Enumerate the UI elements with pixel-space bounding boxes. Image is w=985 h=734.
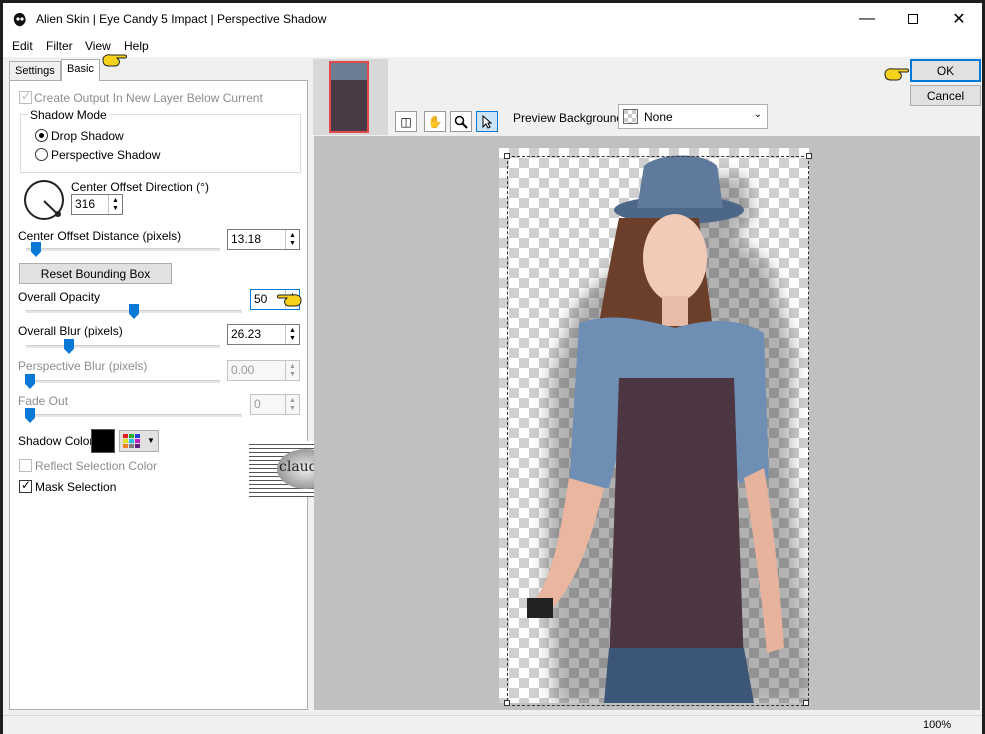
center-offset-distance-input[interactable]: 13.18 ▲ ▼: [227, 229, 300, 250]
checkmark-icon: ✓: [21, 89, 32, 103]
fade-out-label: Fade Out: [18, 394, 69, 408]
shadow-mode-group: [20, 114, 301, 173]
shadow-color-swatch[interactable]: [91, 429, 115, 453]
app-window: Alien Skin | Eye Candy 5 Impact | Perspe…: [0, 0, 985, 734]
pointing-hand-icon: [884, 68, 909, 81]
overall-blur-slider[interactable]: [26, 345, 220, 348]
fade-out-slider: [26, 414, 242, 417]
cancel-button[interactable]: Cancel: [910, 85, 981, 106]
preview-canvas[interactable]: [499, 148, 812, 706]
perspective-blur-label: Perspective Blur (pixels): [18, 359, 148, 373]
mask-selection-checkbox[interactable]: ✓: [19, 478, 32, 493]
select-tool-button[interactable]: [476, 111, 498, 132]
menu-edit[interactable]: Edit: [12, 39, 33, 53]
create-output-checkbox[interactable]: ✓: [19, 89, 32, 104]
tab-basic[interactable]: Basic: [61, 59, 100, 81]
hand-tool-button[interactable]: ✋: [424, 111, 446, 132]
palette-icon: [123, 434, 140, 448]
fade-out-input: 0 ▲ ▼: [250, 394, 300, 415]
center-offset-direction-input[interactable]: 316 ▲ ▼: [71, 194, 123, 215]
magnifier-icon: [454, 115, 468, 129]
direction-dial[interactable]: [24, 180, 64, 220]
tab-settings[interactable]: Settings: [9, 61, 61, 81]
overall-opacity-slider-thumb[interactable]: [129, 304, 139, 319]
perspective-shadow-radio[interactable]: [35, 148, 48, 161]
center-offset-direction-label: Center Offset Direction (°): [71, 180, 209, 194]
pointing-hand-icon: [277, 294, 302, 307]
drop-shadow-radio[interactable]: [35, 129, 48, 142]
ok-button[interactable]: OK: [910, 59, 981, 82]
center-offset-distance-slider[interactable]: [26, 248, 220, 251]
reflect-selection-color-label: Reflect Selection Color: [35, 459, 158, 473]
menu-bar: Edit Filter View Help: [3, 35, 982, 57]
mask-selection-label: Mask Selection: [35, 480, 117, 494]
chevron-down-icon: ⌄: [753, 109, 762, 120]
overall-blur-label: Overall Blur (pixels): [18, 324, 123, 338]
maximize-button[interactable]: [890, 3, 936, 35]
menu-filter[interactable]: Filter: [46, 39, 73, 53]
alien-skin-icon: [13, 13, 26, 27]
fade-out-slider-thumb: [25, 408, 35, 423]
basic-settings-panel: ✓ Create Output In New Layer Below Curre…: [9, 80, 308, 710]
checker-swatch: [623, 109, 638, 124]
center-offset-distance-label: Center Offset Distance (pixels): [18, 229, 182, 243]
minimize-icon: —: [859, 10, 875, 27]
minimize-button[interactable]: —: [844, 3, 890, 35]
layer-thumbnail-strip: [313, 59, 388, 135]
preview-background-select[interactable]: None ⌄: [618, 104, 768, 129]
status-bar: 100%: [3, 715, 982, 734]
perspective-blur-slider-thumb: [25, 374, 35, 389]
zoom-level: 100%: [923, 719, 952, 731]
preview-toggle-button[interactable]: ◫: [395, 111, 417, 132]
preview-pane[interactable]: [314, 136, 980, 710]
reset-bounding-box-button[interactable]: Reset Bounding Box: [19, 263, 172, 284]
shadow-mode-label: Shadow Mode: [28, 108, 109, 122]
checkmark-icon: ✓: [21, 478, 32, 492]
bounding-box[interactable]: [507, 156, 809, 706]
title-bar: Alien Skin | Eye Candy 5 Impact | Perspe…: [3, 3, 982, 35]
shadow-color-label: Shadow Color: [18, 434, 94, 448]
color-picker-dropdown[interactable]: ▼: [119, 430, 159, 452]
hand-icon: ✋: [427, 114, 443, 129]
chevron-down-icon: ▼: [147, 436, 155, 445]
preview-toggle-icon: ◫: [400, 114, 412, 129]
bounding-box-handle[interactable]: [504, 700, 510, 706]
layer-thumbnail[interactable]: [329, 61, 369, 133]
zoom-tool-button[interactable]: [450, 111, 472, 132]
window-title: Alien Skin | Eye Candy 5 Impact | Perspe…: [36, 12, 327, 26]
perspective-blur-input: 0.00 ▲ ▼: [227, 360, 300, 381]
reflect-selection-color-checkbox: [19, 459, 32, 472]
center-offset-distance-slider-thumb[interactable]: [31, 242, 41, 257]
bounding-box-handle[interactable]: [504, 153, 510, 159]
perspective-shadow-label: Perspective Shadow: [51, 148, 161, 162]
bounding-box-handle[interactable]: [806, 153, 812, 159]
arrow-pointer-icon: [482, 114, 492, 129]
bounding-box-handle[interactable]: [803, 700, 809, 706]
overall-opacity-label: Overall Opacity: [18, 290, 101, 304]
overall-blur-slider-thumb[interactable]: [64, 339, 74, 354]
preview-background-label: Preview Background:: [513, 111, 627, 125]
close-button[interactable]: ✕: [936, 3, 982, 35]
maximize-icon: [908, 14, 918, 24]
pointing-hand-icon: [102, 54, 127, 67]
close-icon: ✕: [952, 11, 966, 28]
perspective-blur-slider: [26, 380, 220, 383]
drop-shadow-label: Drop Shadow: [51, 129, 124, 143]
overall-blur-input[interactable]: 26.23 ▲ ▼: [227, 324, 300, 345]
create-output-label: Create Output In New Layer Below Current: [34, 91, 263, 105]
